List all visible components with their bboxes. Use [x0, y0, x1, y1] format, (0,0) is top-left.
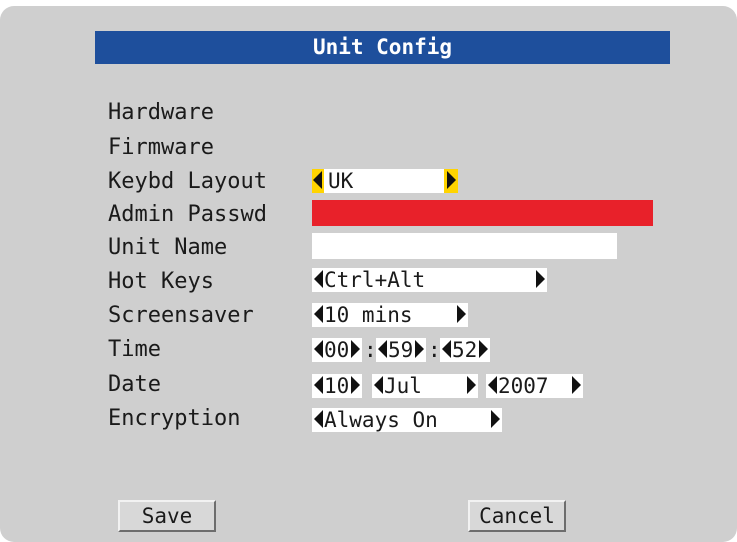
unit-config-dialog: Unit Config Hardware Firmware Keybd Layo…	[0, 6, 737, 542]
screensaver-value: 10 mins	[324, 303, 413, 327]
label-hardware: Hardware	[108, 100, 214, 125]
date-year-value: 2007	[498, 374, 549, 398]
right-triangle-icon[interactable]	[447, 171, 456, 189]
right-triangle-icon[interactable]	[536, 270, 545, 288]
left-triangle-icon[interactable]	[313, 171, 322, 189]
time-minutes-selector[interactable]: 59	[376, 338, 426, 362]
right-triangle-icon[interactable]	[415, 340, 424, 358]
time-seconds-value: 52	[452, 338, 478, 362]
date-year-selector[interactable]: 2007	[486, 374, 583, 398]
right-triangle-icon[interactable]	[467, 376, 476, 394]
keybd-layout-selector[interactable]: UK	[312, 169, 458, 193]
label-firmware: Firmware	[108, 135, 214, 160]
left-triangle-icon[interactable]	[488, 376, 497, 394]
label-admin-passwd: Admin Passwd	[108, 202, 267, 227]
save-button[interactable]: Save	[118, 500, 216, 532]
time-separator: :	[428, 338, 441, 362]
time-hours-value: 00	[324, 338, 350, 362]
admin-passwd-input[interactable]	[312, 200, 653, 226]
right-triangle-icon[interactable]	[479, 340, 488, 358]
right-triangle-icon[interactable]	[572, 376, 581, 394]
right-triangle-icon[interactable]	[351, 376, 360, 394]
time-seconds-selector[interactable]: 52	[440, 338, 490, 362]
label-unit-name: Unit Name	[108, 235, 228, 260]
label-screensaver: Screensaver	[108, 303, 254, 328]
label-time: Time	[108, 337, 161, 362]
left-triangle-icon[interactable]	[314, 410, 323, 428]
label-keybd-layout: Keybd Layout	[108, 169, 267, 194]
time-separator: :	[364, 338, 377, 362]
date-month-selector[interactable]: Jul	[372, 374, 478, 398]
left-triangle-icon[interactable]	[374, 376, 383, 394]
label-hot-keys: Hot Keys	[108, 269, 214, 294]
date-day-selector[interactable]: 10	[312, 374, 362, 398]
right-triangle-icon[interactable]	[351, 340, 360, 358]
encryption-value: Always On	[324, 408, 438, 432]
label-encryption: Encryption	[108, 406, 241, 431]
dialog-title: Unit Config	[95, 31, 670, 64]
left-triangle-icon[interactable]	[314, 376, 323, 394]
left-triangle-icon[interactable]	[314, 270, 323, 288]
right-triangle-icon[interactable]	[491, 410, 500, 428]
left-triangle-icon[interactable]	[378, 340, 387, 358]
label-date: Date	[108, 372, 161, 397]
unit-name-input[interactable]	[312, 233, 617, 259]
date-day-value: 10	[324, 374, 350, 398]
time-minutes-value: 59	[388, 338, 414, 362]
encryption-selector[interactable]: Always On	[312, 408, 502, 432]
hot-keys-value: Ctrl+Alt	[324, 268, 426, 292]
date-month-value: Jul	[384, 374, 422, 398]
cancel-button[interactable]: Cancel	[468, 500, 566, 532]
time-hours-selector[interactable]: 00	[312, 338, 362, 362]
hot-keys-selector[interactable]: Ctrl+Alt	[312, 268, 547, 292]
left-triangle-icon[interactable]	[442, 340, 451, 358]
screensaver-selector[interactable]: 10 mins	[312, 303, 468, 327]
keybd-layout-value: UK	[328, 169, 354, 193]
right-triangle-icon[interactable]	[457, 305, 466, 323]
left-triangle-icon[interactable]	[314, 305, 323, 323]
left-triangle-icon[interactable]	[314, 340, 323, 358]
